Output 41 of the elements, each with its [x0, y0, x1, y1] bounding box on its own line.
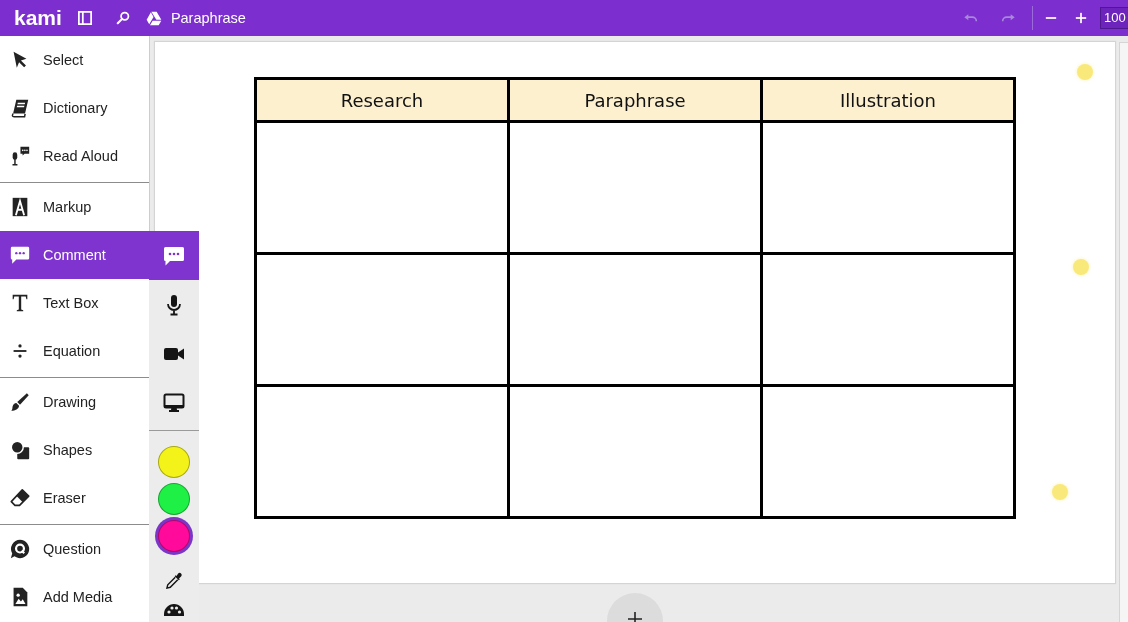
app-logo[interactable]: kami — [14, 6, 62, 30]
tool-item[interactable]: Read Aloud — [0, 132, 149, 180]
column-header: Research — [255, 78, 509, 122]
tool-item[interactable]: Add Media — [0, 573, 149, 621]
brush-icon — [9, 391, 31, 413]
eraser-icon — [9, 487, 31, 509]
book-icon — [9, 97, 31, 119]
palette-button[interactable] — [162, 602, 186, 616]
microphone-speech-icon — [9, 145, 31, 167]
zoom-field[interactable]: 100 — [1100, 7, 1128, 29]
tool-item[interactable]: Markup — [0, 183, 149, 231]
tool-item[interactable]: Eraser — [0, 474, 149, 522]
shapes-icon — [9, 439, 31, 461]
triangle-icon — [145, 10, 162, 26]
palette-icon — [162, 602, 186, 616]
sidebar-toggle-button[interactable] — [77, 8, 92, 28]
column-header: Paraphrase — [508, 78, 762, 122]
add-page-button[interactable] — [607, 593, 663, 622]
redo-arrow-icon — [1000, 12, 1016, 24]
sidebar-panel-icon — [77, 11, 92, 25]
question-bubble-icon — [9, 538, 31, 560]
tool-item[interactable]: Shapes — [0, 426, 149, 474]
tool-item[interactable]: Drawing — [0, 378, 149, 426]
comment-icon — [9, 244, 31, 266]
search-icon — [115, 11, 130, 25]
marker-dot-icon[interactable] — [1052, 484, 1068, 500]
tool-item[interactable]: Select — [0, 36, 149, 84]
undo-arrow-icon — [963, 12, 979, 24]
document-title: Paraphrase — [170, 10, 246, 26]
tool-item[interactable]: Dictionary — [0, 84, 149, 132]
marker-dot-icon[interactable] — [1073, 259, 1089, 275]
tool-item[interactable]: Comment — [0, 231, 149, 279]
comment-option-button[interactable] — [149, 231, 199, 280]
tool-item[interactable]: Text Box — [0, 279, 149, 327]
eyedropper-icon — [164, 571, 184, 591]
marker-dot-icon[interactable] — [1077, 64, 1093, 80]
plus-icon — [1075, 12, 1087, 24]
tool-item[interactable]: Question — [0, 525, 149, 573]
tool-item[interactable]: Equation — [0, 327, 149, 375]
plus-icon — [628, 612, 642, 622]
column-header: Illustration — [761, 78, 1015, 122]
